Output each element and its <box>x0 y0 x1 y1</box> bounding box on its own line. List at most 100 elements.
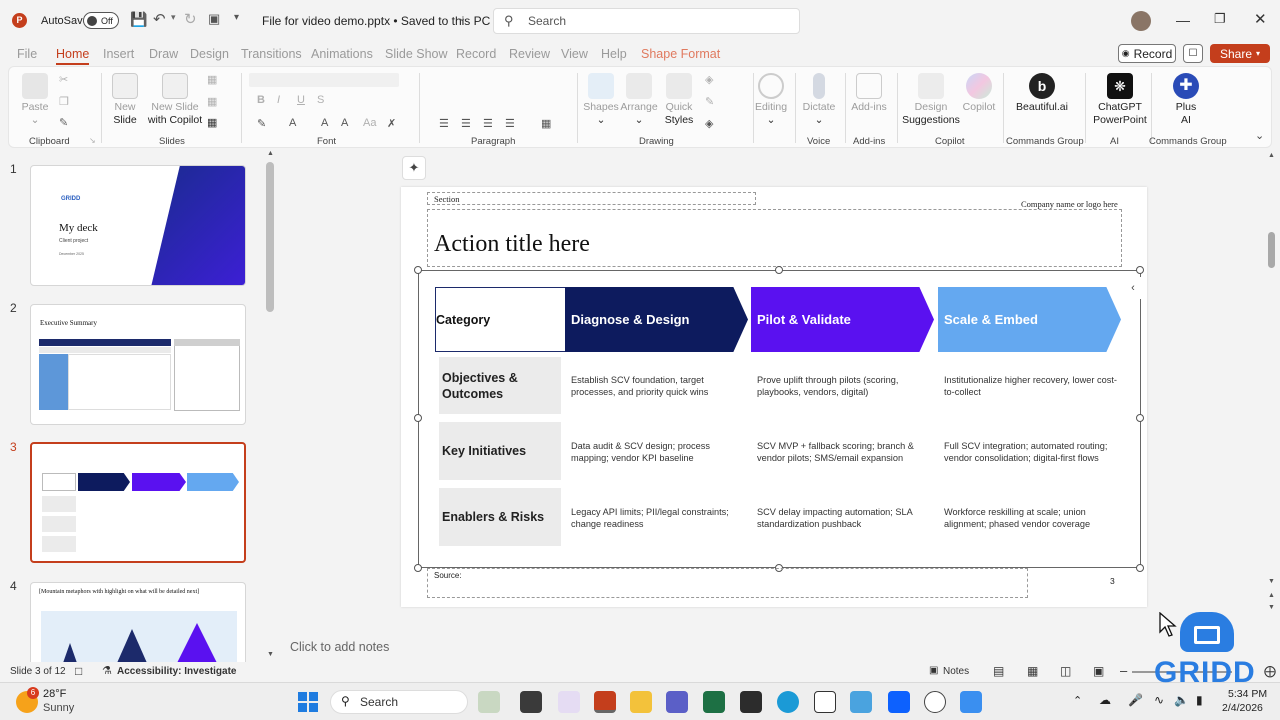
tab-shape-format[interactable]: Shape Format <box>641 47 720 61</box>
align-center-icon[interactable]: ☰ <box>461 117 475 130</box>
shape-outline-icon[interactable]: ✎ <box>705 95 719 108</box>
edge-icon[interactable] <box>777 691 799 713</box>
excel-icon[interactable] <box>703 691 725 713</box>
thumbnail-scrollbar[interactable] <box>266 162 274 312</box>
dropbox-icon[interactable] <box>888 691 910 713</box>
source-placeholder[interactable]: Source: <box>427 568 1028 598</box>
font-color-icon[interactable]: A <box>289 117 303 129</box>
shape-fill-icon[interactable]: ◈ <box>705 73 719 86</box>
collapse-ribbon-icon[interactable]: ⌄ <box>1255 129 1269 142</box>
copy-icon[interactable]: ❐ <box>59 95 73 108</box>
tab-file[interactable]: File <box>17 47 37 61</box>
spelling-icon[interactable]: □ <box>75 664 82 678</box>
comments-button[interactable]: ☐ <box>1183 44 1203 63</box>
share-button[interactable]: Share ▾ <box>1210 44 1270 63</box>
battery-icon[interactable]: ▮ <box>1196 693 1203 707</box>
highlight-icon[interactable]: ✎ <box>257 117 271 130</box>
slide-thumbnail-2[interactable]: Executive Summary <box>30 304 246 425</box>
justify-icon[interactable]: ☰ <box>505 117 519 130</box>
addins-button[interactable]: Add-ins <box>849 73 889 114</box>
photos-app-icon[interactable] <box>478 691 500 713</box>
next-slide-icon[interactable]: ▼ <box>1268 604 1275 611</box>
save-icon[interactable]: 💾 <box>130 11 147 28</box>
resize-handle[interactable] <box>414 266 422 274</box>
tab-transitions[interactable]: Transitions <box>241 47 302 61</box>
previous-slide-icon[interactable]: ▲ <box>1268 592 1275 599</box>
undo-icon[interactable]: ↶ <box>153 10 166 28</box>
tab-record[interactable]: Record <box>456 47 496 61</box>
tab-review[interactable]: Review <box>509 47 550 61</box>
format-painter-icon[interactable]: ✎ <box>59 116 73 129</box>
new-slide-button[interactable]: New Slide <box>109 73 141 127</box>
tab-draw[interactable]: Draw <box>149 47 178 61</box>
editing-button[interactable]: Editing ⌄ <box>753 73 789 127</box>
slack-icon[interactable] <box>558 691 580 713</box>
align-left-icon[interactable]: ☰ <box>439 117 453 130</box>
resize-handle[interactable] <box>414 564 422 572</box>
font-name-select[interactable] <box>249 73 399 87</box>
tab-help[interactable]: Help <box>601 47 627 61</box>
store-icon[interactable] <box>740 691 762 713</box>
plus-ai-button[interactable]: ✚ Plus AI <box>1155 73 1217 127</box>
notes-pane[interactable]: Click to add notes <box>280 636 1266 660</box>
chatgpt-taskbar-icon[interactable] <box>924 691 946 713</box>
title-dropdown-icon[interactable]: ⌄ <box>458 13 466 24</box>
strikethrough-icon[interactable]: S <box>317 94 331 106</box>
dictate-button[interactable]: Dictate ⌄ <box>801 73 837 127</box>
columns-icon[interactable]: ▦ <box>541 117 555 130</box>
tab-slide-show[interactable]: Slide Show <box>385 47 448 61</box>
new-slide-copilot-button[interactable]: New Slide with Copilot <box>145 73 205 127</box>
slide-thumbnail-1[interactable]: GRIDD My deck Client project December 20… <box>30 165 246 286</box>
slide-sorter-icon[interactable]: ▦ <box>1027 664 1038 678</box>
font-size-increase-icon[interactable]: A <box>321 117 335 129</box>
resize-handle[interactable] <box>1136 564 1144 572</box>
magic-wand-icon[interactable]: ✦ <box>402 156 426 180</box>
teams-icon[interactable] <box>666 691 688 713</box>
undo-dropdown-icon[interactable]: ▾ <box>171 12 176 23</box>
windows-start-icon[interactable] <box>298 692 318 712</box>
accessibility-status[interactable]: Accessibility: Investigate <box>117 666 237 677</box>
scroll-up-icon[interactable]: ▲ <box>1268 152 1275 159</box>
microphone-tray-icon[interactable]: 🎤 <box>1128 693 1143 707</box>
title-placeholder[interactable]: Action title here <box>427 209 1122 267</box>
layout-icon[interactable]: ▦ <box>207 73 221 86</box>
slide-thumbnail-4[interactable]: [Mountain metaphors with highlight on wh… <box>30 582 246 662</box>
notes-button[interactable]: Notes <box>943 666 969 677</box>
customize-qat-icon[interactable]: ▾ <box>234 12 239 23</box>
section-icon[interactable]: ▦ <box>207 116 221 129</box>
restore-icon[interactable]: ❐ <box>1214 11 1226 27</box>
avatar[interactable] <box>1131 11 1151 31</box>
reset-icon[interactable]: ▦ <box>207 95 221 108</box>
tray-chevron-icon[interactable]: ⌃ <box>1073 694 1082 707</box>
tab-design[interactable]: Design <box>190 47 229 61</box>
change-case-icon[interactable]: Aa <box>363 117 377 129</box>
shape-effects-icon[interactable]: ◈ <box>705 117 719 130</box>
zoom-out-icon[interactable]: – <box>1120 663 1127 678</box>
onedrive-icon[interactable]: ☁ <box>1099 693 1111 707</box>
notepad-icon[interactable] <box>850 691 872 713</box>
tab-animations[interactable]: Animations <box>311 47 373 61</box>
normal-view-icon[interactable]: ▤ <box>993 664 1004 678</box>
resize-handle[interactable] <box>1136 266 1144 274</box>
section-placeholder[interactable]: Section <box>427 192 756 205</box>
powerpoint-taskbar-icon[interactable] <box>594 691 616 713</box>
reading-view-icon[interactable]: ◫ <box>1060 664 1071 678</box>
tab-insert[interactable]: Insert <box>103 47 134 61</box>
tab-view[interactable]: View <box>561 47 588 61</box>
close-icon[interactable]: ✕ <box>1254 10 1267 28</box>
slideshow-icon[interactable]: ▣ <box>1093 664 1104 678</box>
resize-handle[interactable] <box>775 266 783 274</box>
wifi-icon[interactable]: ∿ <box>1154 693 1164 707</box>
resize-handle[interactable] <box>1136 414 1144 422</box>
file-explorer-icon[interactable] <box>630 691 652 713</box>
redo-icon[interactable]: ↻ <box>184 10 197 28</box>
paste-button[interactable]: Paste ⌄ <box>19 73 51 127</box>
underline-icon[interactable]: U <box>297 94 311 106</box>
minimize-icon[interactable]: — <box>1176 12 1190 28</box>
search-input[interactable]: ⚲ Search <box>493 8 800 34</box>
snipping-tool-icon[interactable] <box>960 691 982 713</box>
tab-home[interactable]: Home <box>56 47 90 65</box>
accessibility-icon[interactable]: ⚗ <box>102 664 112 677</box>
fit-to-window-icon[interactable]: ⨁ <box>1264 664 1276 678</box>
bold-icon[interactable]: B <box>257 94 271 106</box>
